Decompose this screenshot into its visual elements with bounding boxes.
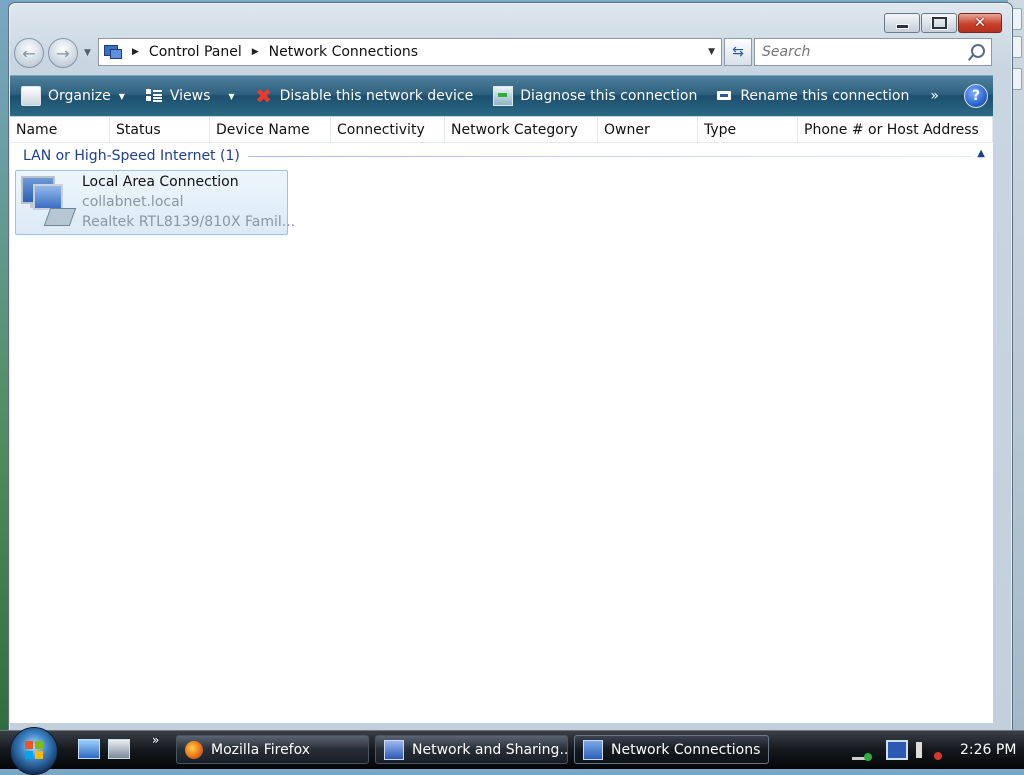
taskbar-label: Network and Sharing... — [412, 741, 567, 758]
minimize-icon — [895, 23, 909, 29]
organize-label: Organize — [48, 88, 111, 104]
switch-windows-icon[interactable] — [108, 739, 130, 759]
back-arrow-icon: ← — [22, 43, 36, 63]
system-tray: 2:26 PM — [844, 731, 1024, 769]
network-status-icon[interactable] — [852, 741, 872, 761]
address-dropdown-icon[interactable]: ▼ — [708, 47, 715, 57]
rename-icon — [717, 87, 733, 105]
close-button[interactable]: ✕ — [958, 13, 1002, 33]
collapse-icon[interactable]: ▲ — [977, 148, 985, 159]
column-header-name[interactable]: Name — [10, 117, 110, 142]
search-icon[interactable] — [971, 44, 985, 58]
diagnose-icon — [493, 86, 514, 106]
windows-logo-icon — [25, 741, 43, 759]
column-header-type[interactable]: Type — [698, 117, 798, 142]
chevron-down-icon: ▼ — [118, 91, 125, 101]
lan-connection-icon — [19, 174, 77, 230]
taskbar-button-network-connections[interactable]: Network Connections — [574, 735, 769, 764]
caption-buttons: ✕ — [884, 13, 1002, 33]
column-headers: Name Status Device Name Connectivity Net… — [10, 117, 993, 143]
disable-device-button[interactable]: ✖ Disable this network device — [244, 76, 483, 116]
taskbar-label: Mozilla Firefox — [211, 741, 311, 758]
views-icon — [145, 87, 163, 105]
connection-device: Realtek RTL8139/810X Famil... — [82, 214, 296, 230]
navigation-row: ← → ▼ ▶ Control Panel ▶ Network Connecti… — [12, 36, 992, 68]
close-icon: ✕ — [974, 15, 986, 31]
volume-muted-icon[interactable] — [916, 742, 942, 760]
search-box[interactable] — [754, 38, 992, 66]
show-desktop-icon[interactable] — [78, 739, 100, 759]
recent-pages-dropdown[interactable]: ▼ — [84, 48, 91, 58]
search-input[interactable] — [760, 43, 964, 61]
rename-button[interactable]: Rename this connection — [706, 76, 918, 116]
network-sharing-icon — [384, 739, 404, 760]
breadcrumb-control-panel[interactable]: Control Panel — [149, 44, 242, 60]
taskbar: » Mozilla Firefox Network and Sharing...… — [0, 727, 1024, 775]
breadcrumb-separator-icon[interactable]: ▶ — [132, 47, 139, 57]
maximize-button[interactable] — [921, 13, 957, 33]
address-bar[interactable]: ▶ Control Panel ▶ Network Connections ▼ — [98, 38, 722, 66]
chevron-down-icon[interactable]: ▼ — [228, 92, 234, 101]
more-commands-chevron-icon[interactable]: » — [918, 88, 951, 104]
organize-button[interactable]: Organize ▼ — [10, 76, 134, 116]
connection-network: collabnet.local — [82, 194, 184, 210]
forward-button[interactable]: → — [48, 38, 78, 68]
views-label: Views — [169, 88, 211, 104]
connection-name: Local Area Connection — [82, 174, 239, 190]
disable-device-label: Disable this network device — [279, 88, 474, 104]
command-bar: Organize ▼ Views ▼ ✖ Disable this networ… — [10, 75, 993, 116]
group-divider — [247, 155, 973, 157]
column-header-owner[interactable]: Owner — [598, 117, 698, 142]
network-adapter-icon[interactable] — [886, 740, 908, 760]
views-button[interactable]: Views ▼ — [134, 76, 244, 116]
file-list-pane: Name Status Device Name Connectivity Net… — [10, 116, 993, 723]
connection-item[interactable]: Local Area Connection collabnet.local Re… — [15, 170, 295, 235]
maximize-icon — [931, 17, 947, 29]
breadcrumb-separator-icon[interactable]: ▶ — [252, 47, 259, 57]
taskbar-button-network-sharing[interactable]: Network and Sharing... — [375, 735, 568, 764]
refresh-icon: ⇆ — [732, 44, 744, 60]
column-header-connectivity[interactable]: Connectivity — [331, 117, 445, 142]
organize-icon — [21, 86, 41, 106]
back-button[interactable]: ← — [14, 38, 44, 68]
column-header-phone-host[interactable]: Phone # or Host Address — [798, 117, 993, 142]
group-header[interactable]: LAN or High-Speed Internet (1) ▲ — [10, 146, 993, 166]
taskbar-label: Network Connections — [611, 741, 761, 758]
help-icon[interactable]: ? — [964, 84, 988, 108]
disable-x-icon: ✖ — [255, 84, 272, 108]
firefox-icon — [185, 740, 203, 759]
refresh-button[interactable]: ⇆ — [724, 38, 752, 66]
group-label: LAN or High-Speed Internet (1) — [23, 148, 240, 164]
rename-label: Rename this connection — [740, 88, 910, 104]
breadcrumb-network-connections[interactable]: Network Connections — [269, 44, 418, 60]
minimize-button[interactable] — [884, 13, 920, 33]
taskbar-button-firefox[interactable]: Mozilla Firefox — [176, 735, 369, 764]
column-header-network-category[interactable]: Network Category — [445, 117, 598, 142]
diagnose-button[interactable]: Diagnose this connection — [482, 76, 706, 116]
column-header-device-name[interactable]: Device Name — [210, 117, 331, 142]
quick-launch-more-icon[interactable]: » — [152, 733, 159, 747]
forward-arrow-icon: → — [56, 43, 70, 63]
network-connections-icon — [583, 739, 603, 760]
network-connections-icon — [104, 44, 122, 60]
diagnose-label: Diagnose this connection — [520, 88, 698, 104]
clock[interactable]: 2:26 PM — [960, 742, 1016, 758]
column-header-status[interactable]: Status — [110, 117, 210, 142]
